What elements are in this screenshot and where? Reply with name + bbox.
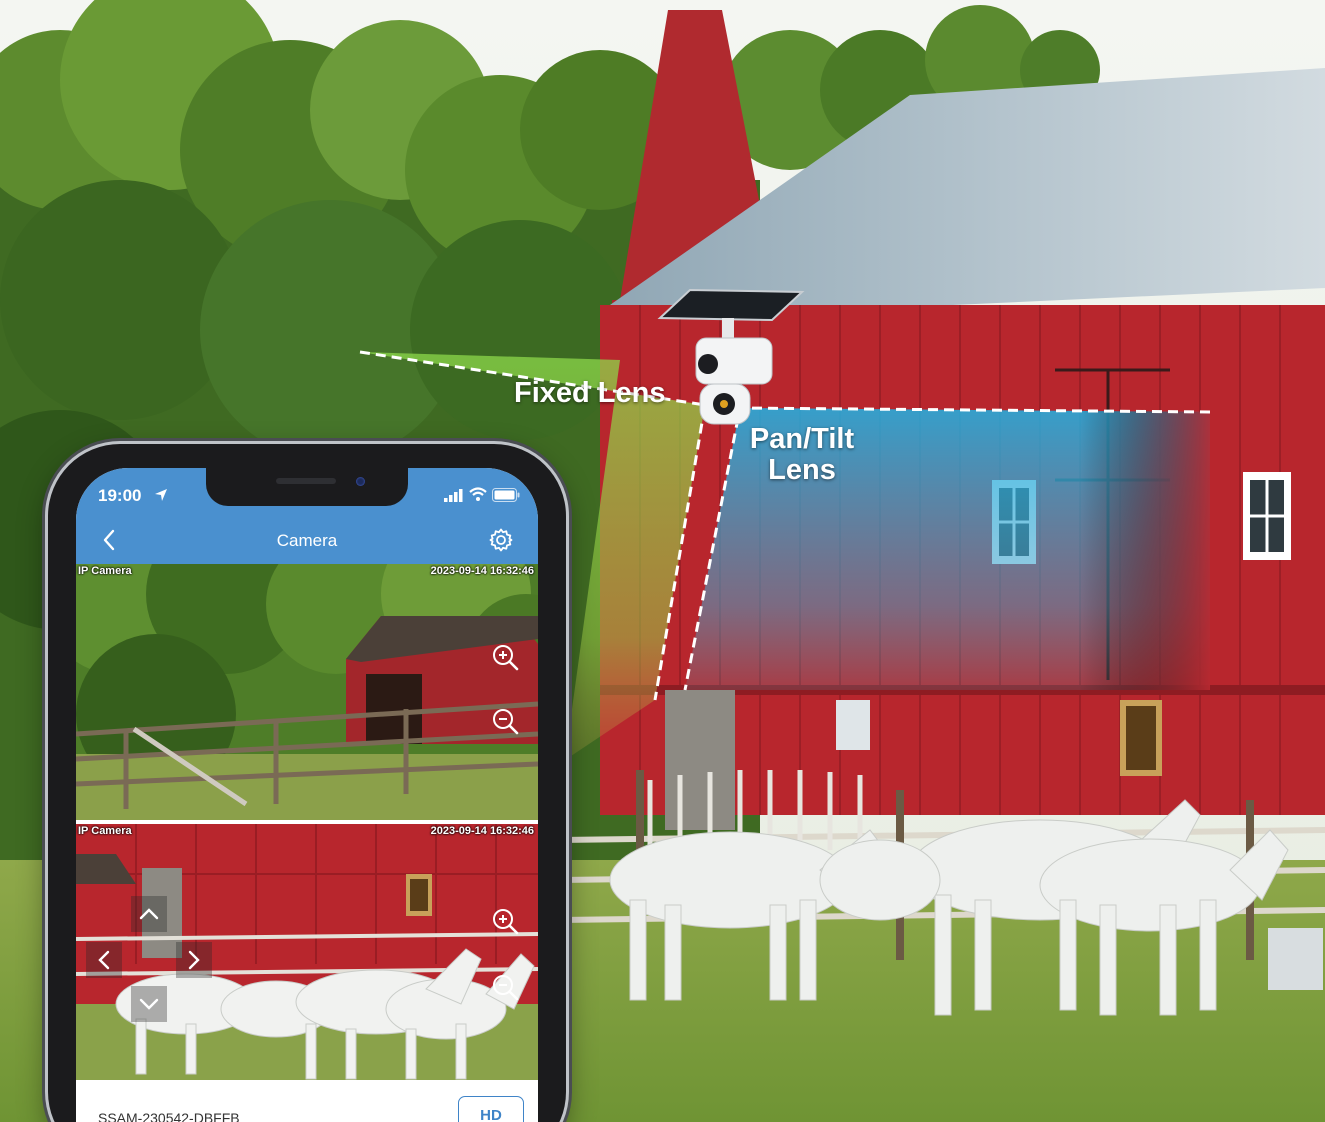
- pantilt-lens-label: Pan/Tilt Lens: [736, 424, 868, 486]
- gear-icon[interactable]: [488, 527, 514, 553]
- fixed-lens-label: Fixed Lens: [514, 377, 666, 409]
- zoom-in-icon[interactable]: [490, 642, 520, 672]
- feed-timestamp: 2023-09-14 16:32:46: [430, 565, 534, 577]
- zoom-out-icon[interactable]: [490, 972, 520, 1002]
- location-arrow-icon: [155, 489, 167, 501]
- ptz-left-button[interactable]: [86, 942, 122, 978]
- ptz-right-button[interactable]: [176, 942, 212, 978]
- chevron-up-icon: [139, 908, 159, 920]
- feed-camera-name: IP Camera: [78, 565, 132, 577]
- phone-screen: 19:00 Camera IP Camera 2023-09-14 16:32:…: [76, 468, 538, 1122]
- feed-timestamp: 2023-09-14 16:32:46: [430, 825, 534, 837]
- phone-notch: [206, 468, 408, 506]
- chevron-down-icon: [139, 998, 159, 1010]
- device-footer: SSAM-230542-DBFFB HD: [76, 1082, 538, 1122]
- camera-feed-pantilt[interactable]: IP Camera 2023-09-14 16:32:46: [76, 824, 538, 1080]
- pantilt-lens-label-line2: Lens: [768, 454, 836, 486]
- smartphone-mockup: 19:00 Camera IP Camera 2023-09-14 16:32:…: [48, 444, 566, 1122]
- feed-camera-name: IP Camera: [78, 825, 132, 837]
- camera-feed-fixed[interactable]: IP Camera 2023-09-14 16:32:46: [76, 564, 538, 820]
- feed-image-horses: [76, 824, 538, 1080]
- pantilt-lens-label-line1: Pan/Tilt: [749, 423, 855, 455]
- ptz-up-button[interactable]: [131, 896, 167, 932]
- wifi-icon: [469, 487, 487, 501]
- front-camera: [356, 477, 365, 486]
- feed-image-barn: [76, 564, 538, 820]
- chevron-right-icon: [188, 950, 200, 970]
- battery-icon: [492, 488, 520, 502]
- zoom-out-icon[interactable]: [490, 706, 520, 736]
- device-id-label: SSAM-230542-DBFFB: [98, 1110, 240, 1122]
- status-time: 19:00: [98, 486, 142, 505]
- app-navigation-bar: Camera: [76, 516, 538, 564]
- chevron-left-icon: [98, 950, 110, 970]
- earpiece-speaker: [276, 478, 336, 484]
- zoom-in-icon[interactable]: [490, 906, 520, 936]
- ptz-down-button[interactable]: [131, 986, 167, 1022]
- cell-signal-icon: [444, 489, 463, 502]
- hd-quality-button[interactable]: HD: [458, 1096, 524, 1122]
- page-title: Camera: [276, 531, 338, 550]
